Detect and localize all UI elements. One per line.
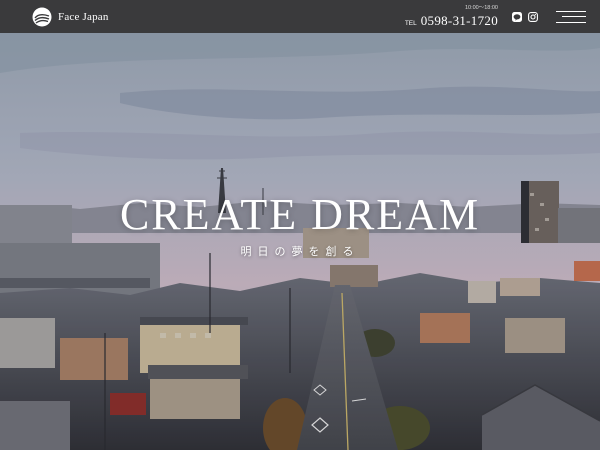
header-right: 10:00〜18:00 TEL 0598-31-1720	[405, 5, 586, 28]
hero-text: CREATE DREAM 明日の夢を創る	[0, 193, 600, 259]
brand-logo[interactable]: Face Japan	[32, 7, 109, 27]
phone-number[interactable]: 0598-31-1720	[421, 14, 498, 27]
business-hours: 10:00〜18:00	[464, 5, 498, 11]
hamburger-menu-button[interactable]	[556, 10, 586, 23]
instagram-icon[interactable]	[528, 11, 538, 22]
contact-block[interactable]: 10:00〜18:00 TEL 0598-31-1720	[405, 5, 498, 28]
hero-headline: CREATE DREAM	[119, 190, 481, 239]
hero-section: CREATE DREAM 明日の夢を創る	[0, 33, 600, 450]
tel-label: TEL	[404, 19, 417, 27]
line-icon[interactable]	[512, 11, 522, 22]
hero-subline: 明日の夢を創る	[240, 245, 360, 258]
logo-icon	[32, 7, 52, 26]
social-links	[512, 11, 538, 22]
site-header: Face Japan 10:00〜18:00 TEL 0598-31-1720	[0, 0, 600, 33]
phone-row: TEL 0598-31-1720	[405, 14, 498, 28]
brand-name: Face Japan	[58, 10, 109, 23]
hamburger-menu-icon	[556, 10, 586, 12]
